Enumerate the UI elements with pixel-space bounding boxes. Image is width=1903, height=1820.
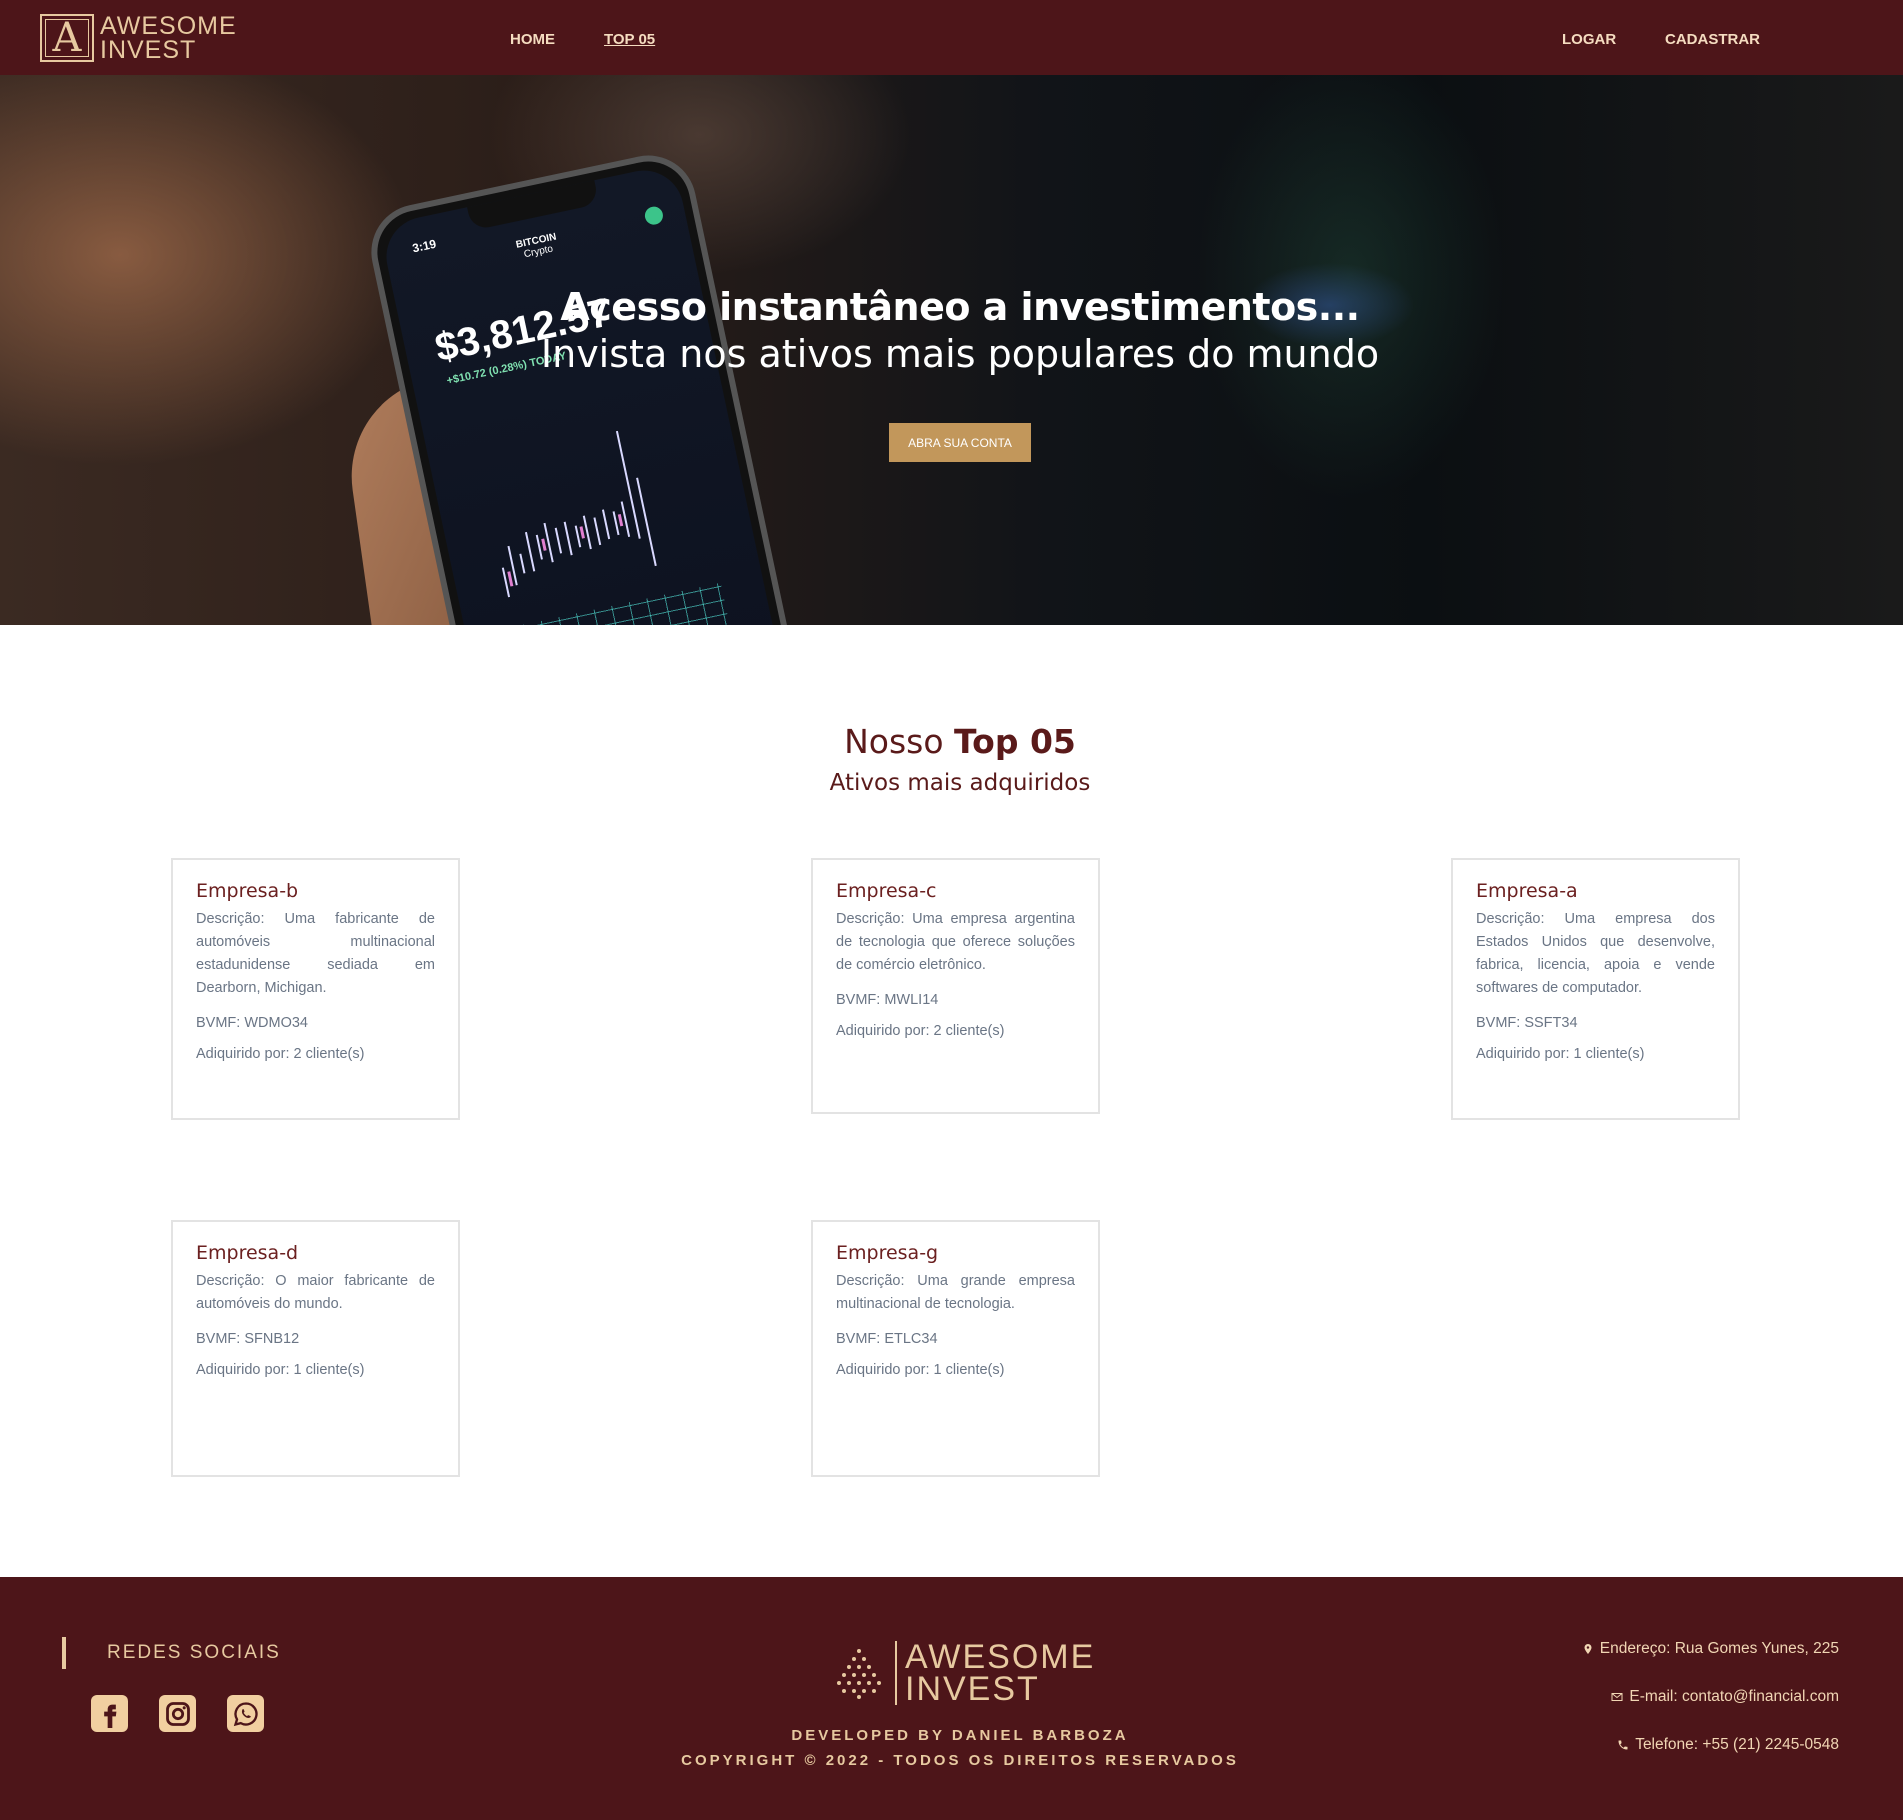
asset-card[interactable]: Empresa-c Descrição: Uma empresa argenti… [811,858,1100,1114]
navbar: A AWESOME INVEST HOME TOP 05 LOGAR CADAS… [0,0,1903,75]
card-bvmf: BVMF: MWLI14 [836,992,939,1008]
section-title-bold: Top 05 [954,722,1076,761]
map-pin-icon [1584,1644,1592,1654]
contact-email[interactable]: E-mail: contato@financial.com [1611,1688,1839,1706]
logo-line1: AWESOME [100,11,237,40]
card-acquired: Adiquirido por: 1 cliente(s) [196,1362,365,1378]
social-title: REDES SOCIAIS [107,1642,281,1663]
logo-text: AWESOME INVEST [100,11,237,64]
hero-subtitle: Invista nos ativos mais populares do mun… [540,332,1380,376]
hero-title: Acesso instantâneo a investimentos... [560,285,1360,329]
nav-login-link[interactable]: LOGAR [1562,31,1616,48]
nav-home-link[interactable]: HOME [510,31,555,48]
card-bvmf: BVMF: ETLC34 [836,1331,938,1347]
card-title: Empresa-g [836,1242,939,1264]
footer: REDES SOCIAIS AWESOME INVEST DEVELOPED B… [0,1577,1903,1820]
social-title-bar [62,1637,66,1669]
card-description: Descrição: O maior fabricante de automóv… [196,1273,435,1312]
footer-logo: AWESOME INVEST [833,1638,1096,1708]
card-bvmf: BVMF: SFNB12 [196,1331,300,1347]
card-description: Descrição: Uma empresa dos Estados Unido… [1476,911,1715,996]
nav-top05-link[interactable]: TOP 05 [604,31,655,48]
card-acquired: Adiquirido por: 2 cliente(s) [836,1023,1005,1039]
footer-logo-text: AWESOME INVEST [895,1638,1096,1708]
footer-logo-line2: INVEST [905,1670,1040,1708]
card-acquired: Adiquirido por: 1 cliente(s) [1476,1046,1645,1062]
phone-text: Telefone: +55 (21) 2245-0548 [1635,1736,1839,1753]
card-description: Descrição: Uma grande empresa multinacio… [836,1273,1075,1312]
address-text: Endereço: Rua Gomes Yunes, 225 [1599,1640,1839,1657]
card-title: Empresa-d [196,1242,299,1264]
card-title: Empresa-c [836,880,937,902]
asset-card[interactable]: Empresa-g Descrição: Uma grande empresa … [811,1220,1100,1477]
asset-card[interactable]: Empresa-a Descrição: Uma empresa dos Est… [1451,858,1740,1120]
footer-logo-mark-icon [837,1649,881,1699]
card-title: Empresa-a [1476,880,1578,902]
section-title: Nosso Top 05 [0,722,1903,761]
section-title-light: Nosso [844,722,944,761]
phone-icon [1618,1740,1628,1750]
email-text: E-mail: contato@financial.com [1629,1688,1839,1705]
card-bvmf: BVMF: SSFT34 [1476,1015,1578,1031]
card-acquired: Adiquirido por: 1 cliente(s) [836,1362,1005,1378]
asset-card[interactable]: Empresa-d Descrição: O maior fabricante … [171,1220,460,1477]
phone-check-icon [643,204,665,227]
footer-logo-line1: AWESOME [905,1638,1096,1676]
hero-banner: 3:19 BITCOIN Crypto $3,812.57 +$10.72 (0… [0,75,1903,625]
card-title: Empresa-b [196,880,299,902]
copyright: COPYRIGHT © 2022 - TODOS OS DIREITOS RES… [681,1752,1239,1769]
contact-phone[interactable]: Telefone: +55 (21) 2245-0548 [1617,1736,1839,1754]
card-bvmf: BVMF: WDMO34 [196,1015,308,1031]
card-acquired: Adiquirido por: 2 cliente(s) [196,1046,365,1062]
phone-time: 3:19 [411,236,438,256]
contact-address: Endereço: Rua Gomes Yunes, 225 [1582,1640,1839,1658]
card-description: Descrição: Uma empresa argentina de tecn… [836,911,1075,973]
open-account-button[interactable]: ABRA SUA CONTA [889,423,1031,462]
nav-register-link[interactable]: CADASTRAR [1665,31,1760,48]
asset-card[interactable]: Empresa-b Descrição: Uma fabricante de a… [171,858,460,1120]
phone-coin: BITCOIN Crypto [515,231,560,261]
section-subtitle: Ativos mais adquiridos [829,770,1091,796]
logo-mark: A [40,13,94,62]
card-description: Descrição: Uma fabricante de automóveis … [196,911,435,996]
logo-line2: INVEST [100,35,197,64]
phone-candlestick-chart [501,430,657,598]
mail-icon [1611,1693,1623,1701]
brand-logo[interactable]: A AWESOME INVEST [40,13,237,62]
